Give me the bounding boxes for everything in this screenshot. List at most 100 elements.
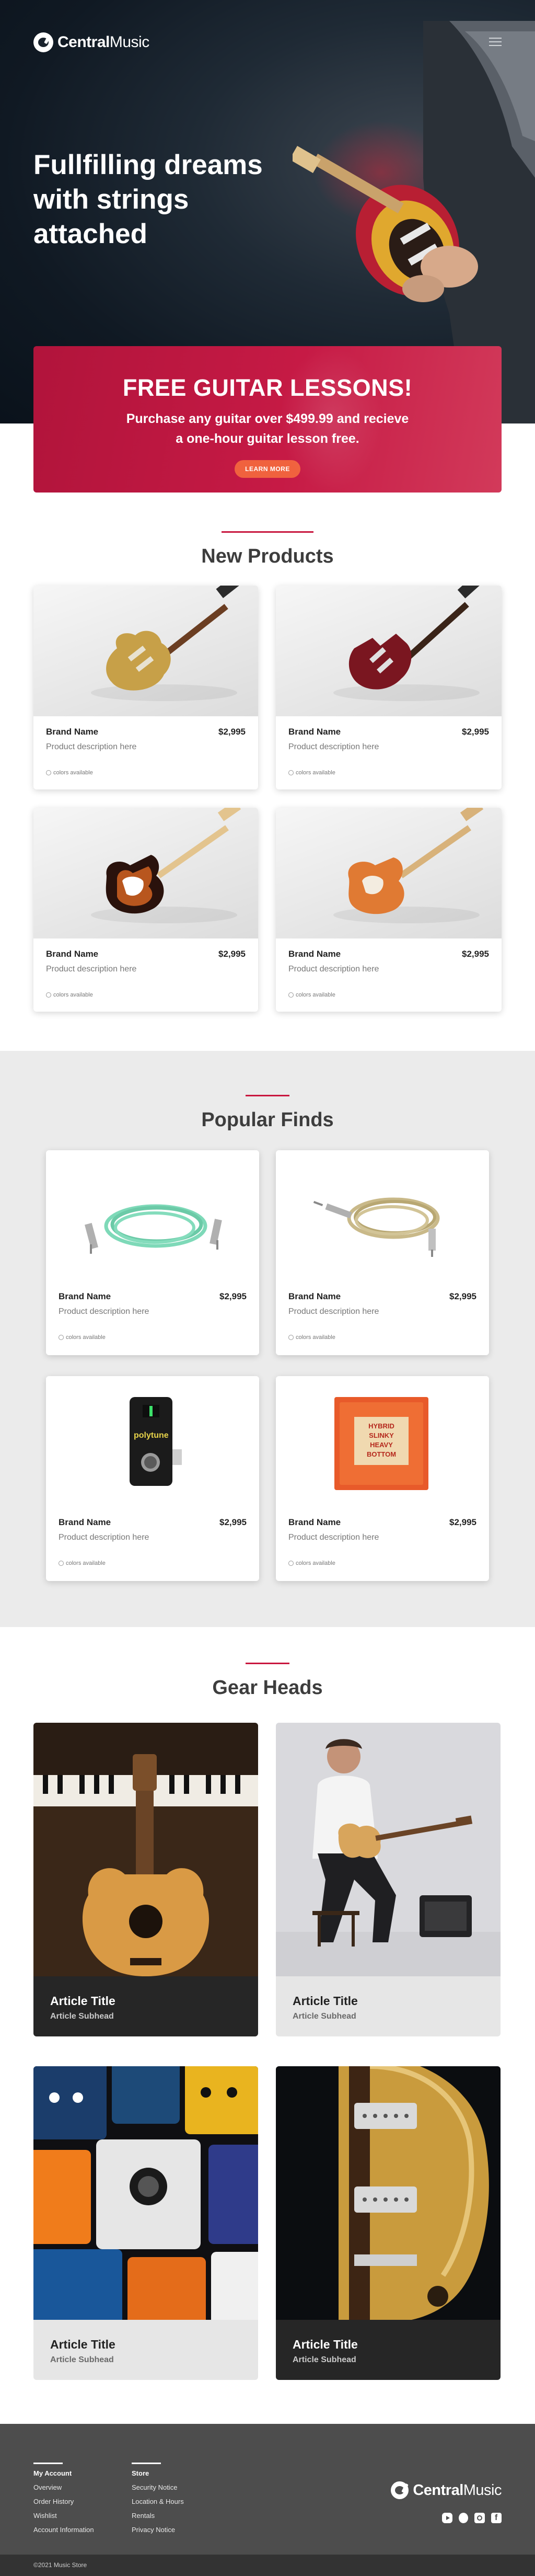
facebook-icon[interactable] (491, 2513, 502, 2523)
article-subhead: Article Subhead (50, 2355, 114, 2364)
article-card[interactable]: Article Title Article Subhead (276, 2066, 501, 2380)
color-dot-icon (288, 770, 294, 775)
product-card[interactable]: Brand Name $2,995 Product description he… (276, 808, 502, 1012)
product-card[interactable]: Brand Name $2,995 Product description he… (33, 808, 258, 1012)
color-dot-icon (288, 992, 294, 998)
article-card[interactable]: Article Title Article Subhead (276, 1723, 501, 2036)
gear-heads-section: Gear Heads (0, 1663, 535, 1699)
hamburger-menu-icon[interactable] (489, 38, 502, 47)
product-description: Product description here (59, 1307, 149, 1316)
product-description: Product description here (288, 965, 379, 974)
colors-available: colors available (59, 1560, 106, 1566)
logo-text-bold: Central (57, 33, 110, 51)
article-image (33, 2066, 258, 2320)
colors-available: colors available (46, 992, 93, 998)
copyright-text: ©2021 Music Store (33, 2561, 87, 2569)
product-price: $2,995 (449, 1291, 476, 1301)
footer-link-account-information[interactable]: Account Information (33, 2526, 94, 2534)
product-description: Product description here (288, 1307, 379, 1316)
article-image (33, 1723, 258, 1976)
color-dot-icon (59, 1561, 64, 1566)
article-card[interactable]: Article Title Article Subhead (33, 2066, 258, 2380)
article-image (276, 2066, 501, 2320)
product-brand: Brand Name (46, 727, 99, 737)
product-image (276, 808, 502, 938)
instagram-icon[interactable] (474, 2513, 485, 2523)
article-title: Article Title (50, 1994, 115, 2008)
youtube-icon[interactable] (442, 2513, 452, 2523)
new-products-section: New Products (0, 531, 535, 568)
product-image: polytune (46, 1376, 259, 1507)
section-title: New Products (201, 545, 334, 567)
color-dot-icon (288, 1561, 294, 1566)
site-footer: My Account Overview Order History Wishli… (0, 2424, 535, 2555)
product-price: $2,995 (219, 1291, 247, 1301)
footer-heading: Store (132, 2469, 149, 2477)
colors-available: colors available (288, 1560, 335, 1566)
article-title: Article Title (293, 1994, 358, 2008)
color-dot-icon (46, 992, 51, 998)
footer-logo[interactable]: CentralMusic (391, 2481, 502, 2499)
promo-text: Purchase any guitar over $499.99 and rec… (126, 411, 409, 446)
footer-heading: My Account (33, 2469, 72, 2477)
product-brand: Brand Name (59, 1291, 111, 1301)
hero-title: Fullfilling dreams with strings attached (33, 150, 263, 249)
learn-more-button[interactable]: LEARN MORE (235, 460, 300, 478)
color-dot-icon (59, 1335, 64, 1340)
footer-link-rentals[interactable]: Rentals (132, 2512, 184, 2520)
article-subhead: Article Subhead (293, 2355, 356, 2364)
article-subhead: Article Subhead (50, 2012, 114, 2021)
product-description: Product description here (288, 742, 379, 751)
footer-link-wishlist[interactable]: Wishlist (33, 2512, 94, 2520)
colors-available: colors available (46, 770, 93, 776)
product-image (33, 586, 258, 716)
product-card[interactable]: Brand Name $2,995 Product description he… (276, 1150, 489, 1355)
product-price: $2,995 (218, 949, 246, 959)
product-image (33, 808, 258, 938)
product-brand: Brand Name (288, 1291, 341, 1301)
footer-link-privacy-notice[interactable]: Privacy Notice (132, 2526, 184, 2534)
social-links (442, 2513, 502, 2523)
product-price: $2,995 (462, 949, 489, 959)
product-card[interactable]: Brand Name $2,995 Product description he… (46, 1150, 259, 1355)
footer-account-column: My Account Overview Order History Wishli… (33, 2463, 94, 2540)
article-card[interactable]: Article Title Article Subhead (33, 1723, 258, 2036)
product-description: Product description here (46, 742, 137, 751)
site-logo[interactable]: CentralMusic (33, 32, 149, 52)
footer-link-security-notice[interactable]: Security Notice (132, 2483, 184, 2491)
promo-title: FREE GUITAR LESSONS! (122, 374, 413, 401)
copyright-bar: ©2021 Music Store (0, 2555, 535, 2576)
product-description: Product description here (59, 1533, 149, 1542)
section-accent-bar (222, 531, 313, 533)
product-price: $2,995 (449, 1517, 476, 1527)
product-image (276, 586, 502, 716)
guitar-logo-icon (391, 2481, 409, 2499)
color-dot-icon (288, 1335, 294, 1340)
product-card[interactable]: Brand Name $2,995 Product description he… (276, 586, 502, 789)
section-title: Gear Heads (212, 1677, 323, 1699)
product-price: $2,995 (219, 1517, 247, 1527)
product-image: HYBRID SLINKY HEAVY BOTTOM (276, 1376, 489, 1507)
logo-text-regular: Music (109, 33, 149, 51)
logo-text-regular: Music (463, 2481, 502, 2499)
product-card[interactable]: HYBRID SLINKY HEAVY BOTTOM Brand Name $2,99… (276, 1376, 489, 1581)
footer-link-order-history[interactable]: Order History (33, 2498, 94, 2505)
twitter-icon[interactable] (459, 2513, 468, 2523)
article-title: Article Title (293, 2338, 358, 2351)
colors-available: colors available (288, 992, 335, 998)
product-brand: Brand Name (59, 1517, 111, 1527)
section-accent-bar (246, 1663, 289, 1664)
product-brand: Brand Name (288, 1517, 341, 1527)
article-image (276, 1723, 501, 1976)
pedal-label: polytune (134, 1431, 169, 1440)
product-card[interactable]: Brand Name $2,995 Product description he… (33, 586, 258, 789)
footer-link-overview[interactable]: Overview (33, 2483, 94, 2491)
article-title: Article Title (50, 2338, 115, 2351)
product-price: $2,995 (462, 727, 489, 737)
product-brand: Brand Name (288, 949, 341, 959)
product-card[interactable]: polytune Brand Name $2,995 Product descr… (46, 1376, 259, 1581)
logo-text-bold: Central (413, 2481, 463, 2499)
colors-available: colors available (59, 1334, 106, 1341)
product-image (276, 1150, 489, 1281)
footer-link-location-hours[interactable]: Location & Hours (132, 2498, 184, 2505)
